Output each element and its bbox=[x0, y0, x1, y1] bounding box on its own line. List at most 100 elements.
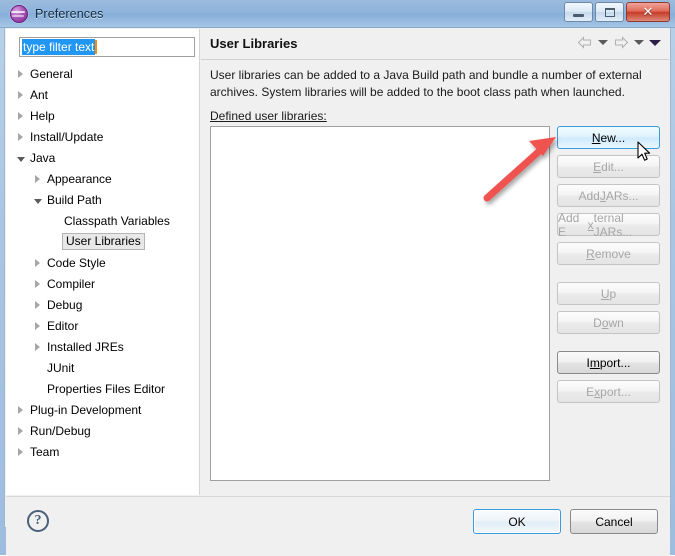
expand-arrow-icon[interactable] bbox=[31, 336, 44, 357]
minimize-button[interactable] bbox=[564, 2, 593, 22]
title-bar: Preferences ✕ bbox=[0, 0, 675, 28]
button-mnemonic: U bbox=[600, 286, 610, 301]
filter-input[interactable]: type filter text bbox=[19, 37, 195, 57]
tree-item-classpath-variables[interactable]: Classpath Variables bbox=[6, 210, 199, 231]
eclipse-sphere-icon bbox=[10, 5, 28, 23]
forward-menu-chevron-down-icon[interactable] bbox=[634, 40, 644, 45]
restore-icon bbox=[596, 3, 623, 21]
tree-item-label: User Libraries bbox=[62, 233, 145, 250]
collapse-arrow-icon[interactable] bbox=[14, 147, 27, 168]
tree-item-code-style[interactable]: Code Style bbox=[6, 252, 199, 273]
forward-arrow-icon[interactable] bbox=[613, 36, 629, 49]
tree-item-general[interactable]: General bbox=[6, 63, 199, 84]
tree-item-plug-in-development[interactable]: Plug-in Development bbox=[6, 399, 199, 420]
pane-header: User Libraries bbox=[201, 29, 669, 60]
pane-description: User libraries can be added to a Java Bu… bbox=[210, 67, 654, 101]
expand-arrow-icon[interactable] bbox=[14, 420, 27, 441]
chevron-right-icon bbox=[18, 405, 23, 414]
chevron-right-icon bbox=[35, 258, 40, 267]
tree-item-label: Team bbox=[30, 444, 60, 459]
tree-item-user-libraries[interactable]: User Libraries bbox=[6, 231, 199, 252]
pane-navigation bbox=[577, 36, 661, 49]
page-title: User Libraries bbox=[210, 36, 298, 51]
collapse-arrow-icon[interactable] bbox=[31, 189, 44, 210]
tree-item-compiler[interactable]: Compiler bbox=[6, 273, 199, 294]
tree-item-label: Compiler bbox=[47, 276, 96, 291]
chevron-right-icon bbox=[35, 279, 40, 288]
view-menu-chevron-down-icon[interactable] bbox=[649, 39, 661, 46]
expand-arrow-icon[interactable] bbox=[14, 105, 27, 126]
tree-item-editor[interactable]: Editor bbox=[6, 315, 199, 336]
chevron-right-icon bbox=[35, 300, 40, 309]
chevron-right-icon bbox=[18, 69, 23, 78]
button-label-post: emove bbox=[594, 246, 631, 261]
tree-item-build-path[interactable]: Build Path bbox=[6, 189, 199, 210]
cancel-button[interactable]: Cancel bbox=[570, 509, 658, 534]
expand-arrow-icon[interactable] bbox=[14, 441, 27, 462]
tree-item-appearance[interactable]: Appearance bbox=[6, 168, 199, 189]
preferences-tree-panel: type filter text General Ant Help Install/U… bbox=[6, 29, 200, 495]
button-mnemonic: N bbox=[591, 130, 601, 145]
close-button[interactable]: ✕ bbox=[626, 2, 670, 22]
preferences-window: Preferences ✕ type filter text General An… bbox=[0, 0, 675, 556]
preferences-tree[interactable]: General Ant Help Install/Update Java Appearan… bbox=[6, 63, 199, 462]
chevron-right-icon bbox=[18, 132, 23, 141]
tree-item-install-update[interactable]: Install/Update bbox=[6, 126, 199, 147]
chevron-right-icon bbox=[35, 321, 40, 330]
filter-input-value: type filter text bbox=[22, 39, 96, 55]
export-button: Ex port... bbox=[557, 380, 660, 403]
library-actions-buttons: New... Edit... Add J ARs... Add Ex ternal JAR… bbox=[557, 126, 660, 409]
minimize-icon bbox=[565, 3, 592, 21]
tree-item-label: Plug-in Development bbox=[30, 402, 142, 417]
expand-arrow-icon[interactable] bbox=[14, 63, 27, 84]
expand-arrow-icon[interactable] bbox=[14, 84, 27, 105]
tree-item-junit[interactable]: JUnit bbox=[6, 357, 199, 378]
button-label-post: port... bbox=[600, 384, 631, 399]
tree-item-run-debug[interactable]: Run/Debug bbox=[6, 420, 199, 441]
button-label-pre: Add bbox=[578, 188, 600, 203]
description-line-2: archives. System libraries will be added… bbox=[210, 85, 625, 99]
expand-arrow-icon[interactable] bbox=[31, 315, 44, 336]
button-mnemonic: R bbox=[586, 246, 595, 261]
add-external-jars-button: Add Ex ternal JARs... bbox=[557, 210, 660, 239]
chevron-right-icon bbox=[35, 342, 40, 351]
description-line-1: User libraries can be added to a Java Bu… bbox=[210, 68, 642, 82]
tree-item-java[interactable]: Java bbox=[6, 147, 199, 168]
help-icon[interactable]: ? bbox=[27, 510, 49, 532]
expand-arrow-icon[interactable] bbox=[14, 399, 27, 420]
tree-item-label: Help bbox=[30, 108, 55, 123]
dialog-footer: ? OK Cancel bbox=[6, 496, 670, 556]
tree-item-ant[interactable]: Ant bbox=[6, 84, 199, 105]
button-label-post: ARs... bbox=[605, 188, 639, 203]
window-title: Preferences bbox=[35, 7, 104, 21]
tree-item-help[interactable]: Help bbox=[6, 105, 199, 126]
title-bar-left: Preferences bbox=[10, 5, 104, 23]
tree-item-properties-files-editor[interactable]: Properties Files Editor bbox=[6, 378, 199, 399]
button-label-pre: Add E bbox=[558, 210, 580, 239]
expand-arrow-icon[interactable] bbox=[31, 252, 44, 273]
tree-item-debug[interactable]: Debug bbox=[6, 294, 199, 315]
tree-item-label: Ant bbox=[30, 87, 49, 102]
tree-item-label: JUnit bbox=[47, 360, 75, 375]
tree-item-installed-jres[interactable]: Installed JREs bbox=[6, 336, 199, 357]
user-libraries-list[interactable] bbox=[210, 126, 550, 481]
tree-item-team[interactable]: Team bbox=[6, 441, 199, 462]
defined-libraries-mnemonic: D bbox=[210, 109, 219, 123]
expand-arrow-icon[interactable] bbox=[14, 126, 27, 147]
ok-button[interactable]: OK bbox=[473, 509, 561, 534]
chevron-down-icon bbox=[33, 198, 42, 204]
back-menu-chevron-down-icon[interactable] bbox=[598, 40, 608, 45]
import-button[interactable]: Im port... bbox=[557, 351, 660, 374]
window-controls: ✕ bbox=[562, 2, 670, 22]
expand-arrow-icon[interactable] bbox=[31, 294, 44, 315]
button-label-post: ew... bbox=[600, 130, 626, 145]
chevron-right-icon bbox=[35, 174, 40, 183]
back-arrow-icon[interactable] bbox=[577, 36, 593, 49]
expand-arrow-icon[interactable] bbox=[31, 168, 44, 189]
restore-button[interactable] bbox=[595, 2, 624, 22]
expand-arrow-icon[interactable] bbox=[31, 273, 44, 294]
button-label-post: port... bbox=[599, 355, 631, 370]
